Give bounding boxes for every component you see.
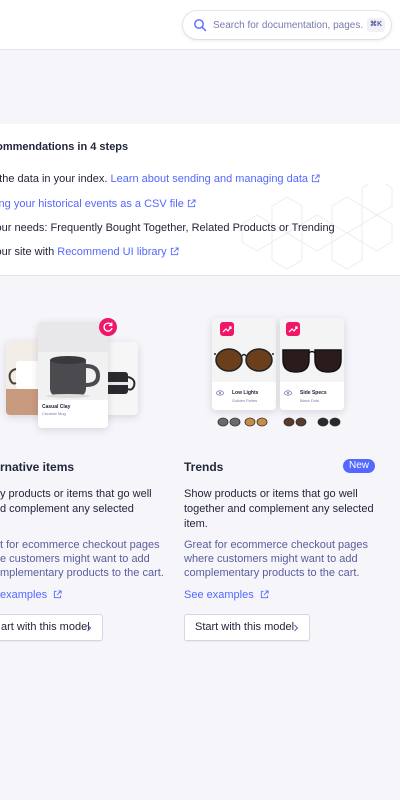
step-4-link[interactable]: Recommend UI library bbox=[57, 246, 166, 258]
external-link-icon bbox=[170, 247, 179, 256]
external-link-icon bbox=[311, 174, 320, 183]
search-box[interactable]: ⌘K bbox=[183, 11, 391, 39]
trend-product-2-name: Side Specs bbox=[300, 390, 327, 396]
top-bar: ⌘K bbox=[0, 0, 400, 50]
alternative-start-label: art with this model bbox=[1, 621, 90, 633]
trending-icon bbox=[222, 326, 232, 333]
external-link-icon bbox=[53, 590, 62, 599]
product-subtitle: Ceramic Mug bbox=[42, 411, 66, 416]
product-name: Casual Clay bbox=[42, 404, 71, 410]
trend-product-2-sub: Black Dots bbox=[300, 398, 320, 403]
step-1: n the data in your index. Learn about se… bbox=[0, 173, 320, 185]
eye-icon bbox=[284, 390, 292, 396]
trend-product-1-sub: Golden Fedes bbox=[232, 398, 258, 403]
trend-badge bbox=[286, 322, 300, 336]
mug-image bbox=[38, 322, 108, 400]
alternative-items-illustration: Casual Clay Ceramic Mug bbox=[0, 300, 160, 440]
eye-icon bbox=[216, 390, 224, 396]
external-link-icon bbox=[260, 590, 269, 599]
step-3: your needs: Frequently Bought Together, … bbox=[0, 222, 335, 234]
alternative-items-hint: t for ecommerce checkout pages e custome… bbox=[0, 539, 164, 579]
trends-title: Trends bbox=[184, 460, 224, 474]
trending-icon bbox=[288, 326, 298, 333]
trends-see-examples-label: See examples bbox=[184, 589, 254, 601]
step-2: ding your historical events as a CSV fil… bbox=[0, 198, 196, 210]
alternative-see-examples-label: examples bbox=[0, 589, 48, 601]
trends-hint: Great for ecommerce checkout pages where… bbox=[184, 539, 369, 579]
step-1-link[interactable]: Learn about sending and managing data bbox=[110, 173, 308, 185]
chevron-right-icon bbox=[294, 624, 299, 632]
chevron-right-icon bbox=[87, 624, 92, 632]
step-4-text: your site with bbox=[0, 246, 55, 258]
external-link-icon bbox=[187, 199, 196, 208]
trends-start-label: Start with this model bbox=[195, 621, 295, 633]
trends-illustration: Low Lights Golden Fedes Side Specs Black… bbox=[212, 314, 348, 434]
refresh-badge bbox=[99, 318, 117, 336]
alternative-items-description: y products or items that go well d compl… bbox=[0, 488, 152, 515]
refresh-icon bbox=[103, 322, 113, 332]
step-2-link[interactable]: ding your historical events as a CSV fil… bbox=[0, 198, 184, 210]
sunglasses-thumbnails bbox=[217, 417, 341, 427]
step-1-text: n the data in your index. bbox=[0, 173, 111, 185]
trends-description: Show products or items that go well toge… bbox=[184, 488, 374, 530]
alternative-items-title: rnative items bbox=[0, 460, 75, 474]
step-4: your site with Recommend UI library bbox=[0, 246, 179, 258]
new-badge: New bbox=[343, 459, 375, 473]
trend-badge bbox=[220, 322, 234, 336]
product-card-main: Casual Clay Ceramic Mug bbox=[38, 322, 108, 428]
step-3-text: your needs: Frequently Bought Together, … bbox=[0, 222, 335, 234]
search-input[interactable] bbox=[213, 16, 363, 34]
steps-card: commendations in 4 steps n the data in y… bbox=[0, 124, 400, 276]
trends-start-button[interactable]: Start with this model bbox=[184, 614, 310, 641]
trend-product-1-name: Low Lights bbox=[232, 390, 259, 396]
alternative-see-examples-link[interactable]: examples bbox=[0, 589, 62, 601]
search-icon bbox=[194, 19, 207, 32]
search-shortcut: ⌘K bbox=[367, 18, 385, 32]
trends-see-examples-link[interactable]: See examples bbox=[184, 589, 269, 601]
alternative-start-button[interactable]: art with this model bbox=[0, 614, 103, 641]
steps-title: commendations in 4 steps bbox=[0, 141, 129, 153]
